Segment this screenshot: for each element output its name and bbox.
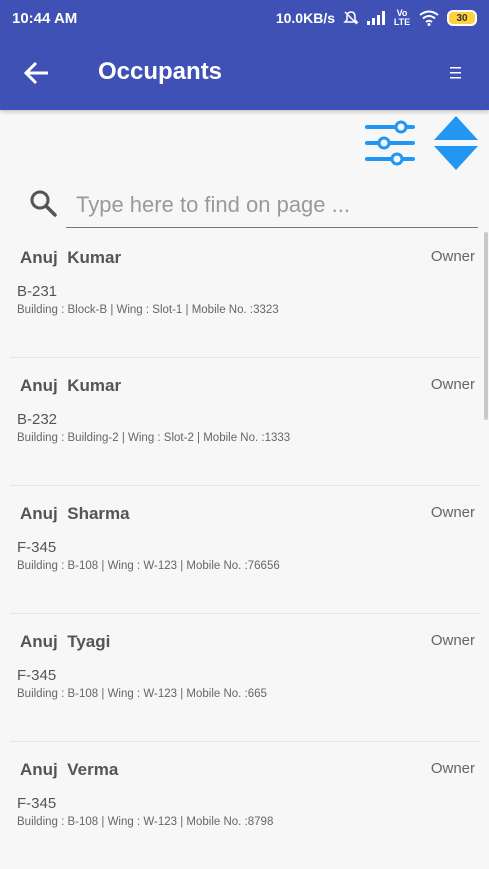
page-title: Occupants — [98, 58, 223, 85]
occupant-unit: B-232 — [17, 411, 58, 428]
battery-level: 30 — [456, 12, 468, 24]
occupant-name: Anuj Verma — [20, 760, 118, 780]
signal-icon — [367, 11, 385, 25]
occupant-last-name: Sharma — [67, 504, 130, 523]
occupant-name: Anuj Kumar — [20, 376, 121, 396]
list-item[interactable]: Anuj Kumar Owner B-232 Building : Buildi… — [10, 358, 479, 486]
occupant-details: Building : B-108 | Wing : W-123 | Mobile… — [17, 688, 267, 700]
occupant-role: Owner — [430, 504, 475, 521]
notifications-off-icon — [343, 11, 359, 25]
occupant-last-name: Kumar — [67, 248, 122, 267]
occupant-first-name: Anuj — [20, 376, 58, 395]
occupant-details: Building : B-108 | Wing : W-123 | Mobile… — [17, 560, 280, 572]
hamburger-icon[interactable] — [448, 64, 464, 82]
scrollbar[interactable] — [484, 232, 488, 420]
status-time: 10:44 AM — [12, 9, 78, 27]
sliders-icon[interactable] — [363, 118, 417, 168]
occupant-unit: F-345 — [17, 795, 57, 812]
occupant-last-name: Verma — [67, 760, 119, 779]
occupant-details: Building : B-108 | Wing : W-123 | Mobile… — [17, 816, 274, 828]
occupant-name: Anuj Kumar — [20, 248, 121, 268]
app-bar: Occupants — [0, 36, 489, 110]
list-item[interactable]: Anuj Sharma Owner F-345 Building : B-108… — [10, 486, 479, 614]
occupant-role: Owner — [430, 632, 475, 649]
occupant-name: Anuj Tyagi — [20, 632, 110, 652]
occupant-unit: F-345 — [17, 667, 57, 684]
search-icon — [30, 190, 57, 217]
occupant-unit: F-345 — [17, 539, 57, 556]
occupant-details: Building : Building-2 | Wing : Slot-2 | … — [17, 432, 291, 444]
occupant-first-name: Anuj — [20, 632, 58, 651]
occupant-name: Anuj Sharma — [20, 504, 130, 524]
network-type: Vo LTE — [393, 8, 411, 27]
occupant-unit: B-231 — [17, 283, 58, 300]
occupant-role: Owner — [430, 376, 475, 393]
list-item[interactable]: Anuj Tyagi Owner F-345 Building : B-108 … — [10, 614, 479, 742]
wifi-icon — [419, 10, 439, 26]
occupant-first-name: Anuj — [20, 248, 58, 267]
sort-up-down-icon[interactable] — [432, 114, 480, 172]
occupant-role: Owner — [430, 248, 475, 265]
search-input[interactable] — [66, 182, 478, 228]
battery-icon: 30 — [447, 10, 477, 26]
occupant-details: Building : Block-B | Wing : Slot-1 | Mob… — [17, 304, 279, 316]
occupant-first-name: Anuj — [20, 504, 58, 523]
network-speed: 10.0KB/s — [275, 10, 335, 26]
list-item[interactable]: Anuj Kumar Owner B-231 Building : Block-… — [10, 230, 479, 358]
list-item[interactable]: Anuj Verma Owner F-345 Building : B-108 … — [10, 742, 479, 869]
occupant-last-name: Tyagi — [67, 632, 111, 651]
occupant-last-name: Kumar — [67, 376, 122, 395]
status-icons: 10.0KB/s Vo LTE 30 — [276, 9, 477, 27]
status-bar: 10:44 AM 10.0KB/s Vo LTE 30 — [0, 0, 489, 36]
occupant-role: Owner — [430, 760, 475, 777]
occupant-first-name: Anuj — [20, 760, 58, 779]
back-arrow-icon[interactable] — [22, 58, 52, 88]
occupant-list: Anuj Kumar Owner B-231 Building : Block-… — [0, 230, 489, 869]
